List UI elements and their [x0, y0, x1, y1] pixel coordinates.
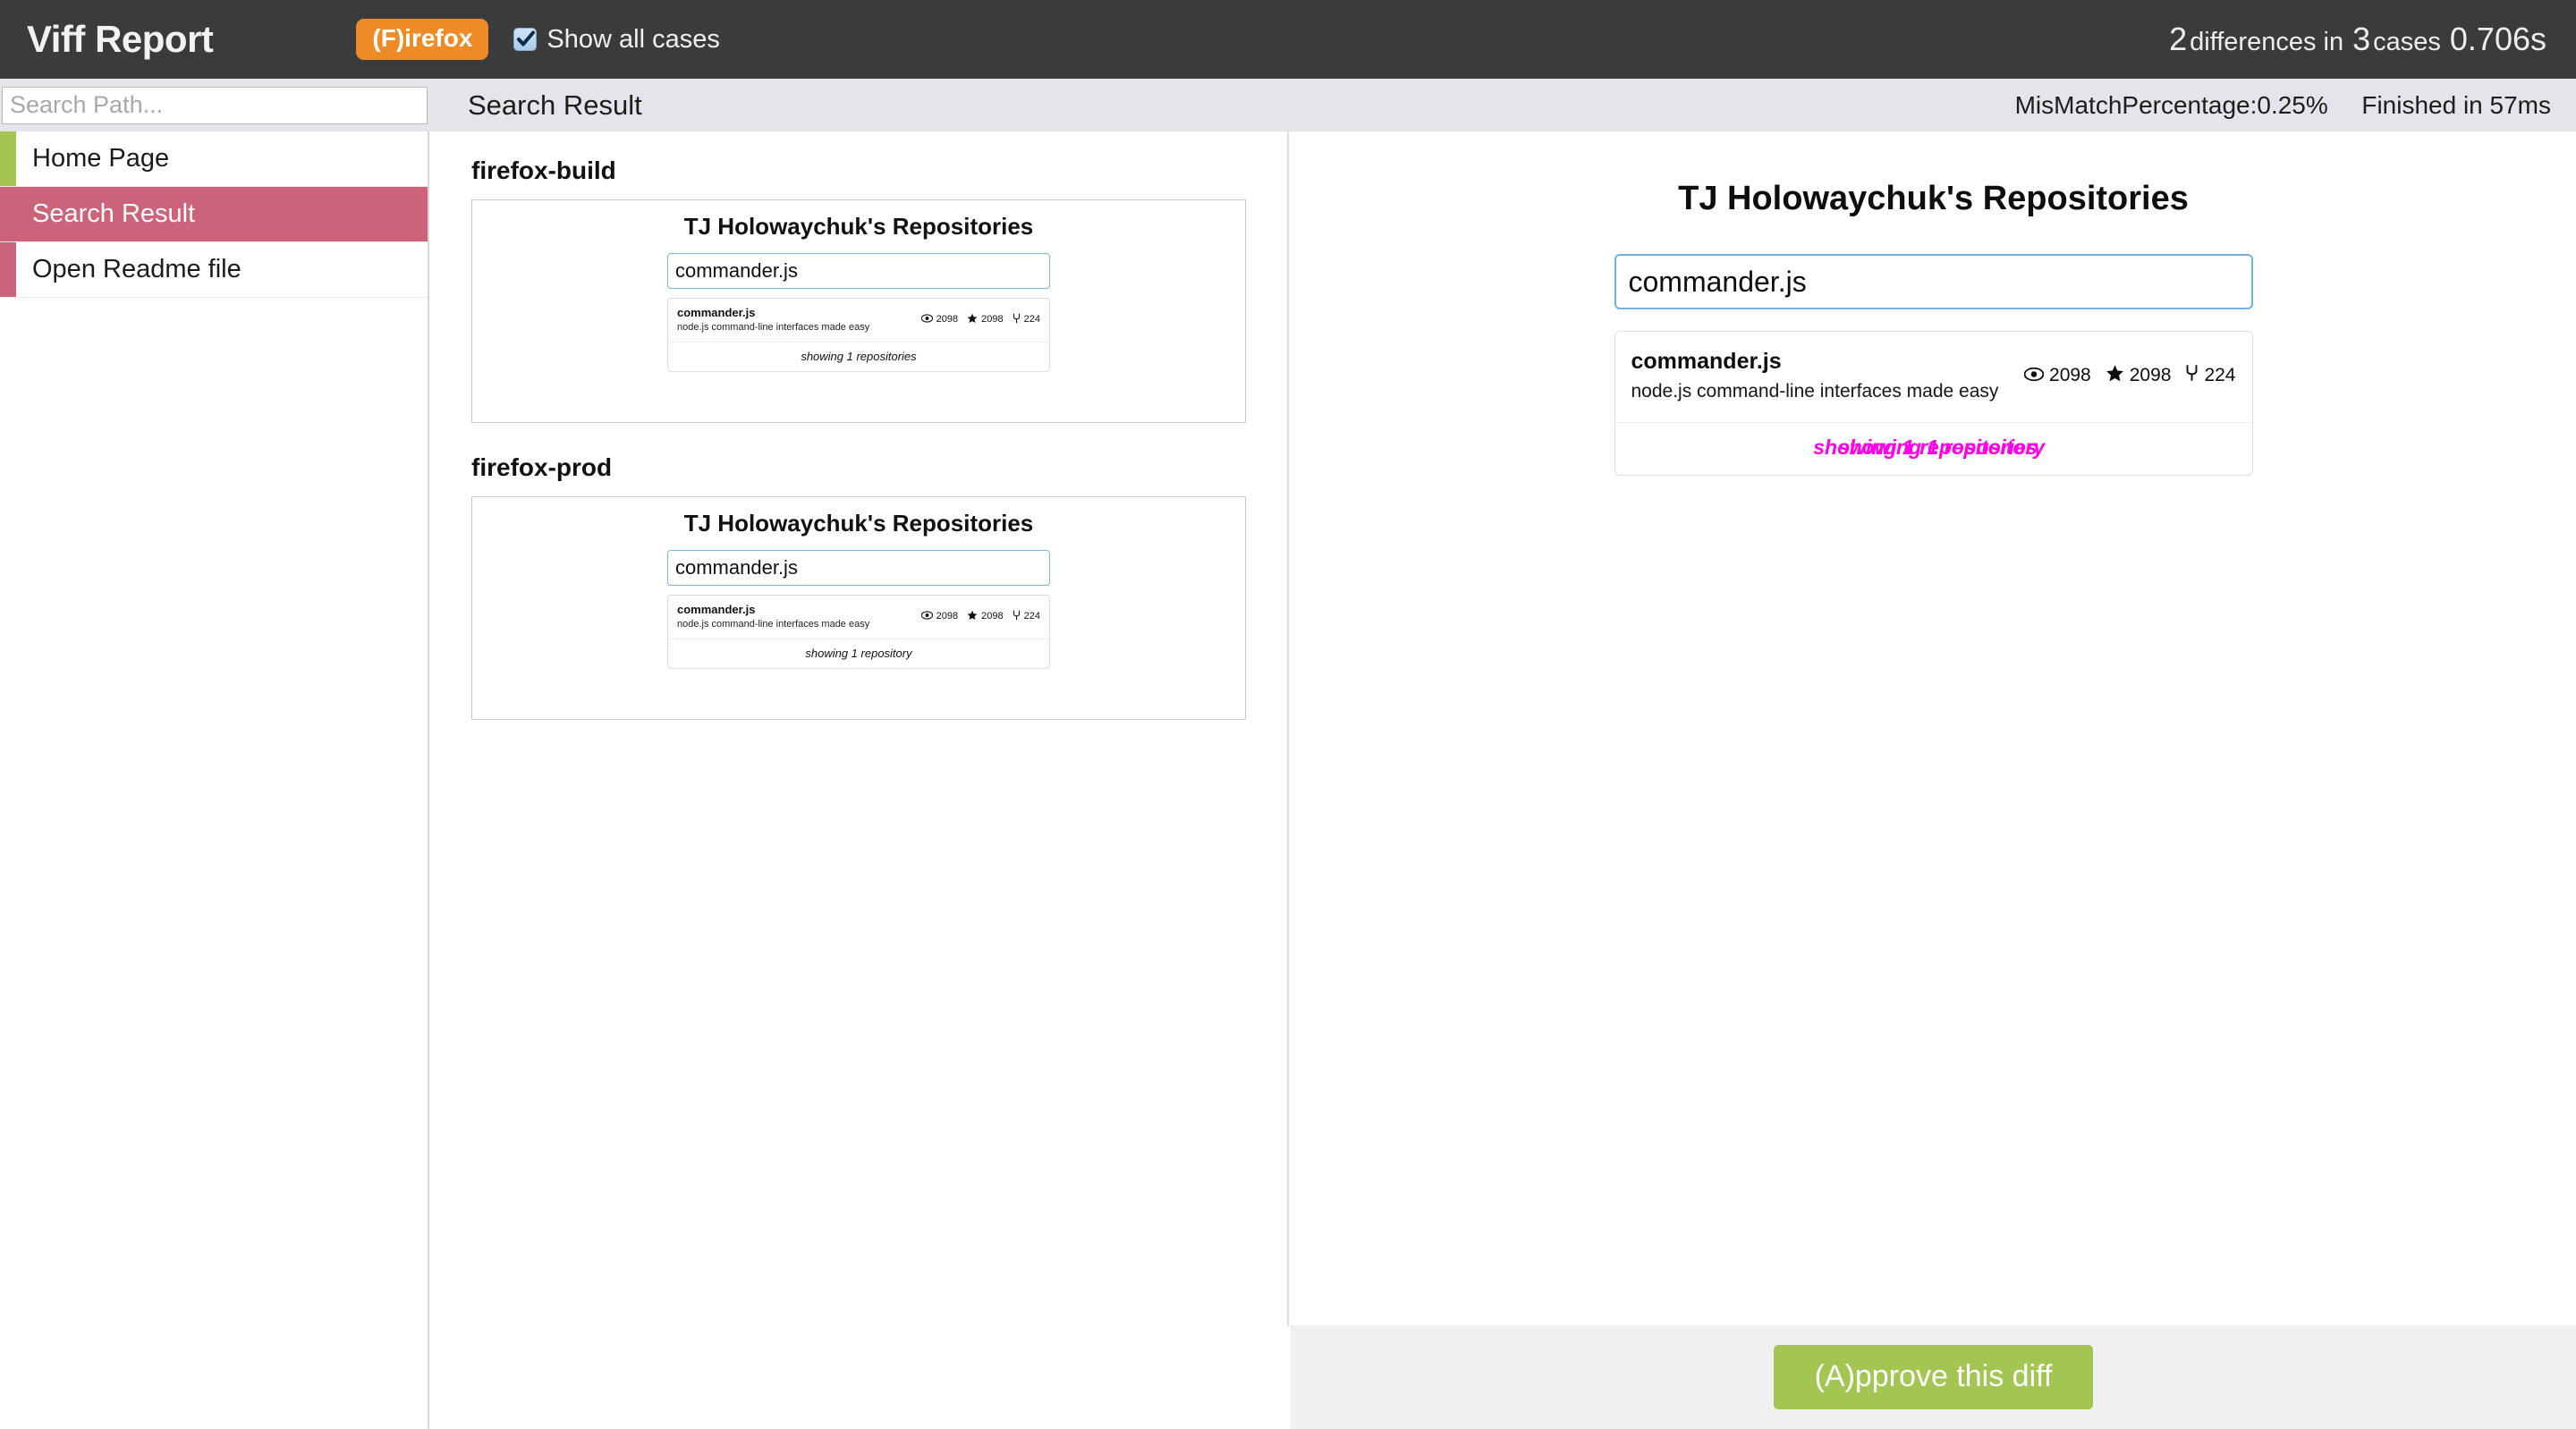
differences-count: 2 [2169, 21, 2188, 57]
diff-text-current: showing 1 repository [1837, 435, 2046, 459]
screenshot-frame-prod[interactable]: TJ Holowaychuk's Repositories commander.… [471, 496, 1246, 720]
repo-search-input[interactable] [667, 550, 1050, 586]
star-icon [967, 313, 978, 326]
repo-name: commander.js [677, 306, 756, 319]
fork-icon [2185, 364, 2199, 387]
sidebar-item-label: Home Page [32, 144, 170, 173]
mismatch-percentage: MisMatchPercentage:0.25% [2014, 90, 2328, 119]
search-path-input[interactable] [2, 86, 428, 124]
diff-repo-list-item[interactable]: commander.js node.js command-line interf… [1614, 332, 2252, 423]
repo-description: node.js command-line interfaces made eas… [1631, 381, 1999, 402]
repo-info: commander.js node.js command-line interf… [677, 305, 921, 334]
eye-icon [2023, 365, 2045, 386]
cases-count: 3 [2352, 21, 2371, 57]
repo-stats: 2098 2098 224 [2023, 364, 2236, 388]
finished-time: Finished in 57ms [2361, 90, 2551, 119]
checkbox-checked-icon[interactable] [513, 28, 538, 51]
status-accent-bar [0, 187, 16, 241]
stars-count: 2098 [981, 611, 1004, 622]
sidebar: Home Page Search Result Open Readme file [0, 131, 429, 1429]
differences-label: differences in [2190, 28, 2344, 56]
diff-repo-list: commander.js node.js command-line interf… [1614, 331, 2253, 476]
sidebar-item-label: Search Result [32, 199, 196, 228]
browser-filter-badge[interactable]: (F)irefox [356, 19, 489, 60]
approve-diff-button[interactable]: (A)pprove this diff [1773, 1345, 2094, 1409]
repo-count-footer: showing 1 repository [805, 646, 912, 660]
rendered-page-build: TJ Holowaychuk's Repositories commander.… [472, 200, 1245, 372]
eye-icon [920, 611, 933, 622]
status-accent-bar [0, 242, 16, 297]
repo-name: commander.js [1631, 349, 1782, 374]
status-accent-bar [0, 131, 16, 186]
star-icon [2106, 364, 2124, 388]
stars-count: 2098 [2129, 365, 2172, 386]
repo-stats: 2098 2098 224 [920, 610, 1040, 623]
diff-footer-region: showing 1 repositories showing 1 reposit… [1615, 423, 2252, 475]
case-label-prod: firefox-prod [471, 453, 613, 481]
repo-info: commander.js node.js command-line interf… [677, 602, 921, 631]
repo-description: node.js command-line interfaces made eas… [677, 618, 870, 630]
repo-stats: 2098 2098 224 [920, 313, 1040, 326]
repo-name: commander.js [677, 603, 756, 616]
repo-list: commander.js node.js command-line interf… [667, 298, 1050, 372]
sidebar-item-search-result[interactable]: Search Result [0, 187, 428, 242]
diff-pane: TJ Holowaychuk's Repositories commander.… [1291, 131, 2576, 1323]
repo-search-input[interactable] [667, 253, 1050, 289]
eye-icon [920, 314, 933, 326]
forks-count: 224 [2204, 365, 2236, 386]
repo-list-item[interactable]: commander.js node.js command-line interf… [668, 596, 1049, 639]
fork-icon [1013, 313, 1021, 326]
stars-count: 2098 [981, 314, 1004, 326]
forks-count: 224 [1023, 314, 1040, 326]
page-heading: TJ Holowaychuk's Repositories [683, 510, 1034, 537]
page-heading: TJ Holowaychuk's Repositories [683, 213, 1034, 240]
diff-stats: MisMatchPercentage:0.25% Finished in 57m… [2015, 91, 2551, 120]
rendered-page-prod: TJ Holowaychuk's Repositories commander.… [472, 497, 1245, 669]
case-label-build: firefox-build [471, 156, 616, 184]
current-case-title: Search Result [468, 89, 642, 121]
app-header: Viff Report (F)irefox Show all cases 2 d… [0, 0, 2576, 79]
case-screenshots-pane: firefox-build TJ Holowaychuk's Repositor… [431, 131, 1289, 1326]
diff-page-heading: TJ Holowaychuk's Repositories [1678, 180, 2189, 217]
diff-action-bar: (A)pprove this diff [1291, 1325, 2576, 1429]
repo-description: node.js command-line interfaces made eas… [677, 321, 870, 333]
watchers-count: 2098 [2049, 365, 2091, 386]
show-all-cases-toggle[interactable]: Show all cases [513, 24, 720, 55]
repo-count-footer: showing 1 repositories [801, 349, 917, 363]
sidebar-item-open-readme-file[interactable]: Open Readme file [0, 242, 428, 298]
star-icon [967, 610, 978, 623]
sidebar-item-home-page[interactable]: Home Page [0, 131, 428, 187]
repo-list-item[interactable]: commander.js node.js command-line interf… [668, 299, 1049, 342]
diff-repo-search-input[interactable] [1614, 254, 2253, 309]
screenshot-frame-build[interactable]: TJ Holowaychuk's Repositories commander.… [471, 199, 1246, 423]
cases-label: cases [2373, 28, 2441, 56]
repo-list: commander.js node.js command-line interf… [667, 595, 1050, 669]
show-all-cases-label: Show all cases [547, 24, 720, 54]
run-summary: 2 differences in 3 cases 0.706s [2166, 21, 2549, 58]
app-title: Viff Report [27, 18, 214, 60]
sub-header: Search Result MisMatchPercentage:0.25% F… [0, 79, 2576, 131]
watchers-count: 2098 [936, 611, 959, 622]
forks-count: 224 [1023, 611, 1040, 622]
diff-repo-info: commander.js node.js command-line interf… [1631, 346, 2025, 406]
sidebar-item-label: Open Readme file [32, 255, 242, 283]
run-duration: 0.706s [2449, 21, 2546, 57]
watchers-count: 2098 [936, 314, 959, 326]
fork-icon [1013, 610, 1021, 623]
